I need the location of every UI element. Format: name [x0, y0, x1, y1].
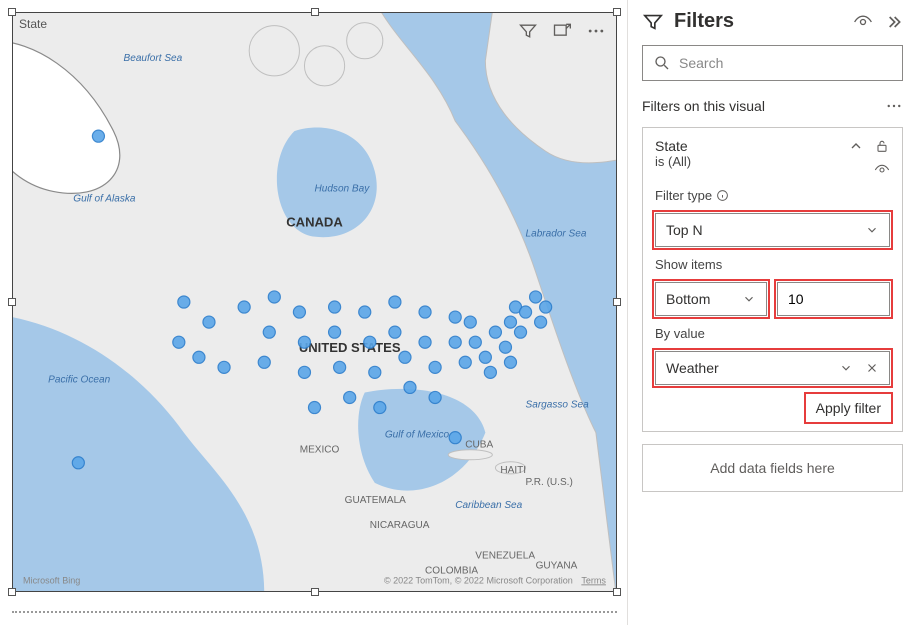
- resize-handle[interactable]: [8, 8, 16, 16]
- show-items-count-input[interactable]: [777, 282, 890, 316]
- search-box[interactable]: [642, 45, 903, 81]
- sea-label-pacific: Pacific Ocean: [48, 374, 110, 385]
- clear-icon[interactable]: [865, 361, 879, 375]
- chevron-down-icon[interactable]: [839, 361, 853, 375]
- map-attribution: © 2022 TomTom, © 2022 Microsoft Corporat…: [384, 575, 606, 585]
- resize-handle[interactable]: [8, 298, 16, 306]
- sea-label-caribbean: Caribbean Sea: [455, 500, 522, 511]
- sea-label-sargasso: Sargasso Sea: [526, 400, 590, 411]
- map-label-mexico: MEXICO: [300, 445, 340, 456]
- sea-label-labrador: Labrador Sea: [526, 229, 587, 240]
- pane-divider: [12, 611, 617, 613]
- map-label-cuba: CUBA: [465, 440, 493, 451]
- collapse-icon[interactable]: [848, 138, 864, 154]
- focus-mode-icon[interactable]: [552, 21, 572, 41]
- resize-handle[interactable]: [8, 588, 16, 596]
- section-more-icon[interactable]: [885, 97, 903, 115]
- expand-pane-icon[interactable]: [883, 12, 903, 32]
- map-label-guatemala: GUATEMALA: [345, 495, 407, 506]
- field-well[interactable]: Add data fields here: [642, 444, 903, 492]
- map-attribution-brand: Microsoft Bing: [23, 575, 80, 585]
- lock-icon[interactable]: [874, 138, 890, 154]
- chevron-down-icon: [865, 223, 879, 237]
- map-label-pr: P.R. (U.S.): [526, 477, 573, 488]
- more-options-icon[interactable]: [586, 21, 606, 41]
- info-icon[interactable]: [716, 189, 729, 202]
- map-visual[interactable]: State: [12, 12, 617, 592]
- sea-label-gulf-mexico: Gulf of Mexico: [385, 430, 450, 441]
- funnel-icon: [642, 11, 664, 33]
- chevron-down-icon: [742, 292, 756, 306]
- filter-type-select[interactable]: Top N: [655, 213, 890, 247]
- visual-title: State: [19, 17, 47, 31]
- search-icon: [653, 54, 671, 72]
- filter-card-state: State is (All): [642, 127, 903, 432]
- map-label-canada: CANADA: [286, 215, 343, 230]
- section-title: Filters on this visual: [642, 98, 765, 114]
- map-label-guyana: GUYANA: [536, 560, 578, 571]
- filter-field-name: State: [655, 138, 691, 154]
- by-value-label: By value: [655, 326, 890, 341]
- map-canvas[interactable]: CANADA UNITED STATES MEXICO CUBA HAITI P…: [13, 13, 616, 591]
- resize-handle[interactable]: [311, 8, 319, 16]
- map-label-haiti: HAITI: [500, 465, 526, 476]
- sea-label-beaufort: Beaufort Sea: [124, 53, 183, 64]
- filters-pane: Filters Filters on this visual State is …: [627, 0, 917, 625]
- filters-title: Filters: [674, 10, 843, 33]
- map-label-us: UNITED STATES: [299, 340, 401, 355]
- sea-label-gulf-alaska: Gulf of Alaska: [73, 194, 136, 205]
- map-label-nicaragua: NICARAGUA: [370, 520, 430, 531]
- visibility-icon[interactable]: [853, 12, 873, 32]
- resize-handle[interactable]: [311, 588, 319, 596]
- resize-handle[interactable]: [613, 8, 621, 16]
- resize-handle[interactable]: [613, 298, 621, 306]
- apply-filter-button[interactable]: Apply filter: [807, 395, 890, 421]
- map-label-venezuela: VENEZUELA: [475, 550, 535, 561]
- resize-handle[interactable]: [613, 588, 621, 596]
- sea-label-hudson: Hudson Bay: [315, 183, 371, 194]
- visual-filter-icon[interactable]: [518, 21, 538, 41]
- by-value-field[interactable]: Weather: [655, 351, 890, 385]
- show-items-label: Show items: [655, 257, 890, 272]
- card-visibility-icon[interactable]: [874, 162, 890, 178]
- search-input[interactable]: [679, 55, 892, 71]
- filter-type-label: Filter type: [655, 188, 712, 203]
- show-items-direction-select[interactable]: Bottom: [655, 282, 767, 316]
- filter-summary: is (All): [655, 154, 691, 169]
